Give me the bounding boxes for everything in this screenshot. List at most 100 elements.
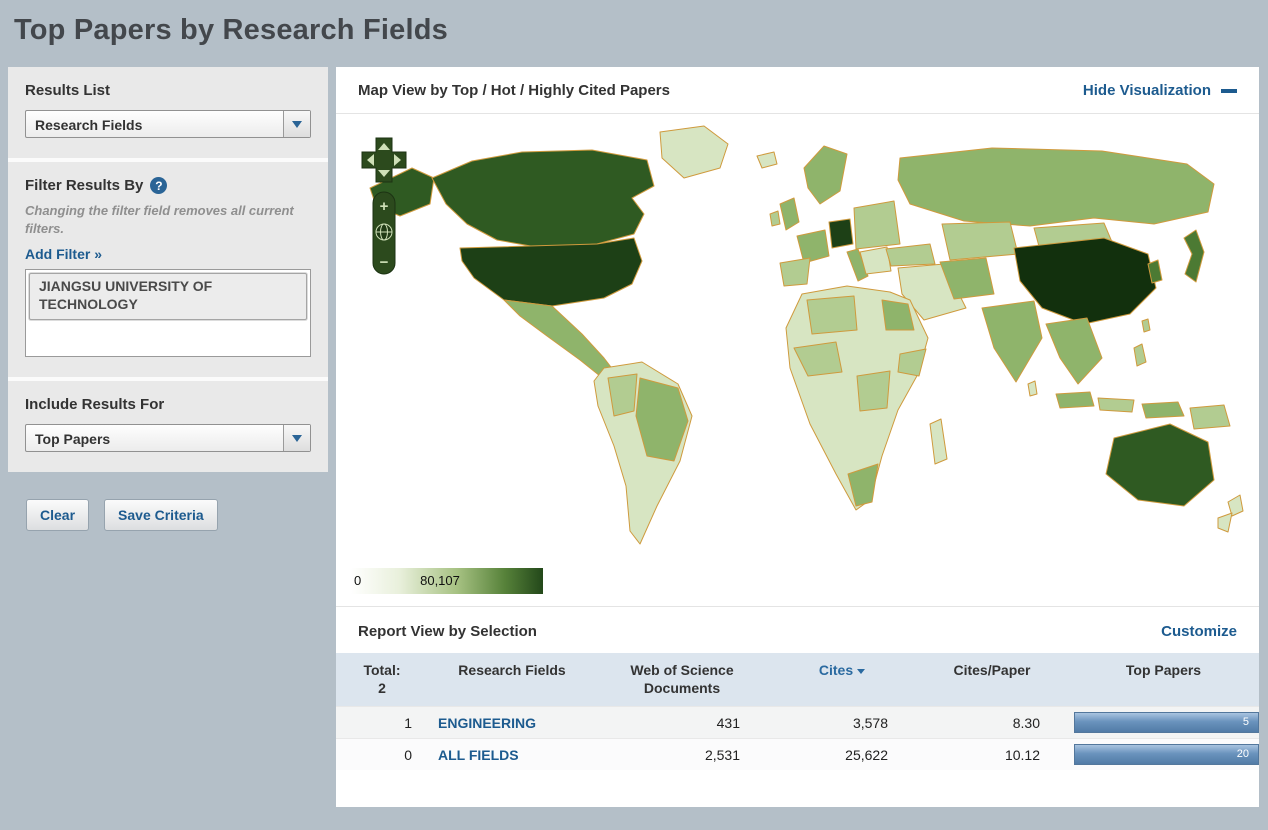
- sidebar: Results List Research Fields Filter Resu…: [8, 67, 328, 532]
- country-new-zealand-south: [1217, 512, 1233, 533]
- country-turkey: [885, 243, 936, 267]
- filter-heading: Filter Results By: [25, 177, 144, 194]
- include-results-value: Top Papers: [35, 431, 111, 448]
- legend-max-value: 80,107: [420, 573, 460, 588]
- report-view-title: Report View by Selection: [358, 623, 537, 640]
- customize-link[interactable]: Customize: [1161, 623, 1237, 640]
- row-cites-per-paper: 8.30: [1012, 714, 1040, 731]
- col-header-research-fields: Research Fields: [458, 662, 566, 678]
- country-philippines: [1133, 343, 1147, 367]
- map-view-title: Map View by Top / Hot / Highly Cited Pap…: [358, 82, 670, 99]
- table-header-row: Total: 2 Research Fields Web of Science …: [336, 653, 1259, 707]
- country-indonesia-1: [1055, 391, 1095, 409]
- country-japan: [1183, 229, 1205, 283]
- region-eastern-europe: [853, 200, 901, 250]
- col-header-top-papers: Top Papers: [1125, 662, 1202, 678]
- sort-desc-icon: [857, 668, 866, 674]
- country-scandinavia: [803, 145, 848, 205]
- top-papers-bar[interactable]: 20: [1074, 744, 1259, 765]
- country-greenland: [659, 125, 729, 179]
- region-central-africa: [856, 370, 891, 412]
- country-new-zealand-north: [1227, 494, 1244, 517]
- zoom-out-button: −: [380, 254, 389, 271]
- row-cites: 25,622: [845, 746, 888, 763]
- country-iceland: [756, 151, 778, 169]
- country-madagascar: [929, 418, 948, 465]
- country-france: [796, 229, 830, 264]
- hide-visualization-link[interactable]: Hide Visualization: [1083, 82, 1237, 99]
- row-top-papers-cell: 20: [1068, 739, 1259, 771]
- results-list-heading: Results List: [25, 82, 111, 99]
- results-list-dropdown[interactable]: Research Fields: [25, 110, 311, 138]
- country-new-guinea: [1189, 404, 1231, 430]
- collapse-minus-icon: [1221, 88, 1237, 93]
- results-list-section: Results List Research Fields: [8, 67, 328, 158]
- row-wos-documents: 431: [716, 714, 740, 731]
- include-results-dropdown[interactable]: Top Papers: [25, 424, 311, 453]
- country-india: [981, 300, 1043, 383]
- research-field-link[interactable]: ENGINEERING: [438, 715, 536, 731]
- row-wos-documents: 2,531: [704, 746, 740, 763]
- active-filters-listbox[interactable]: JIANGSU UNIVERSITY OF TECHNOLOGY: [25, 269, 311, 358]
- country-usa: [459, 237, 643, 307]
- country-indonesia-2: [1097, 397, 1135, 413]
- include-results-heading: Include Results For: [25, 396, 165, 414]
- col-header-total: Total: 2: [363, 662, 401, 696]
- col-header-wos-documents: Web of Science Documents: [630, 662, 734, 696]
- clear-button[interactable]: Clear: [26, 499, 90, 532]
- country-germany: [828, 218, 854, 249]
- filter-note: Changing the filter field removes all cu…: [25, 203, 294, 236]
- row-cites-per-paper: 10.12: [1004, 746, 1040, 763]
- country-spain: [779, 257, 811, 287]
- chevron-down-icon: [292, 120, 302, 128]
- filter-section: Filter Results By ? Changing the filter …: [8, 162, 328, 378]
- country-indonesia-3: [1141, 401, 1185, 419]
- row-rank: 0: [404, 746, 412, 763]
- zoom-in-button: +: [380, 198, 389, 215]
- world-map[interactable]: [342, 116, 1254, 568]
- results-list-value: Research Fields: [35, 117, 143, 133]
- country-taiwan: [1141, 318, 1151, 333]
- col-header-cites-per-paper: Cites/Paper: [953, 662, 1031, 678]
- research-field-link[interactable]: ALL FIELDS: [438, 747, 519, 763]
- country-russia: [897, 147, 1215, 227]
- region-southeast-asia: [1045, 317, 1103, 385]
- add-filter-link[interactable]: Add Filter »: [25, 246, 102, 262]
- row-top-papers-cell: 5: [1068, 707, 1259, 739]
- map-header: Map View by Top / Hot / Highly Cited Pap…: [336, 67, 1259, 114]
- main-panel: Map View by Top / Hot / Highly Cited Pap…: [336, 67, 1259, 807]
- include-results-dropdown-button[interactable]: [283, 425, 310, 452]
- legend-min-value: 0: [354, 573, 362, 588]
- country-ireland: [769, 210, 781, 227]
- country-mexico: [503, 299, 615, 377]
- country-australia: [1105, 423, 1215, 507]
- row-field: ENGINEERING: [428, 707, 596, 739]
- chevron-down-icon: [292, 434, 302, 442]
- sidebar-actions: Clear Save Criteria: [8, 499, 328, 532]
- row-rank: 1: [404, 714, 412, 731]
- save-criteria-button[interactable]: Save Criteria: [104, 499, 218, 532]
- country-kazakhstan: [941, 221, 1019, 261]
- country-canada: [431, 149, 655, 249]
- row-field: ALL FIELDS: [428, 739, 596, 771]
- row-cites: 3,578: [852, 714, 888, 731]
- table-row: 1 ENGINEERING 431 3,578 8.30 5: [336, 706, 1259, 739]
- table-row: 0 ALL FIELDS 2,531 25,622 10.12 20: [336, 738, 1259, 771]
- map-legend: 0 80,107: [351, 568, 543, 594]
- col-header-cites-sort[interactable]: Cites: [768, 653, 916, 707]
- results-list-dropdown-button[interactable]: [283, 111, 310, 137]
- top-papers-bar[interactable]: 5: [1074, 712, 1259, 733]
- report-table: Total: 2 Research Fields Web of Science …: [336, 653, 1259, 770]
- country-uk: [779, 197, 800, 231]
- help-icon[interactable]: ?: [150, 177, 168, 194]
- filter-item[interactable]: JIANGSU UNIVERSITY OF TECHNOLOGY: [29, 273, 307, 321]
- map-area: + − 0 80,107: [336, 114, 1259, 606]
- hide-visualization-label: Hide Visualization: [1082, 82, 1211, 99]
- country-algeria: [806, 295, 858, 335]
- report-header: Report View by Selection Customize: [336, 606, 1259, 653]
- include-results-section: Include Results For Top Papers: [8, 381, 328, 473]
- layout: Results List Research Fields Filter Resu…: [0, 67, 1268, 807]
- map-zoom-controls[interactable]: + −: [360, 136, 410, 286]
- page-title: Top Papers by Research Fields: [14, 14, 448, 46]
- country-sri-lanka: [1027, 380, 1038, 397]
